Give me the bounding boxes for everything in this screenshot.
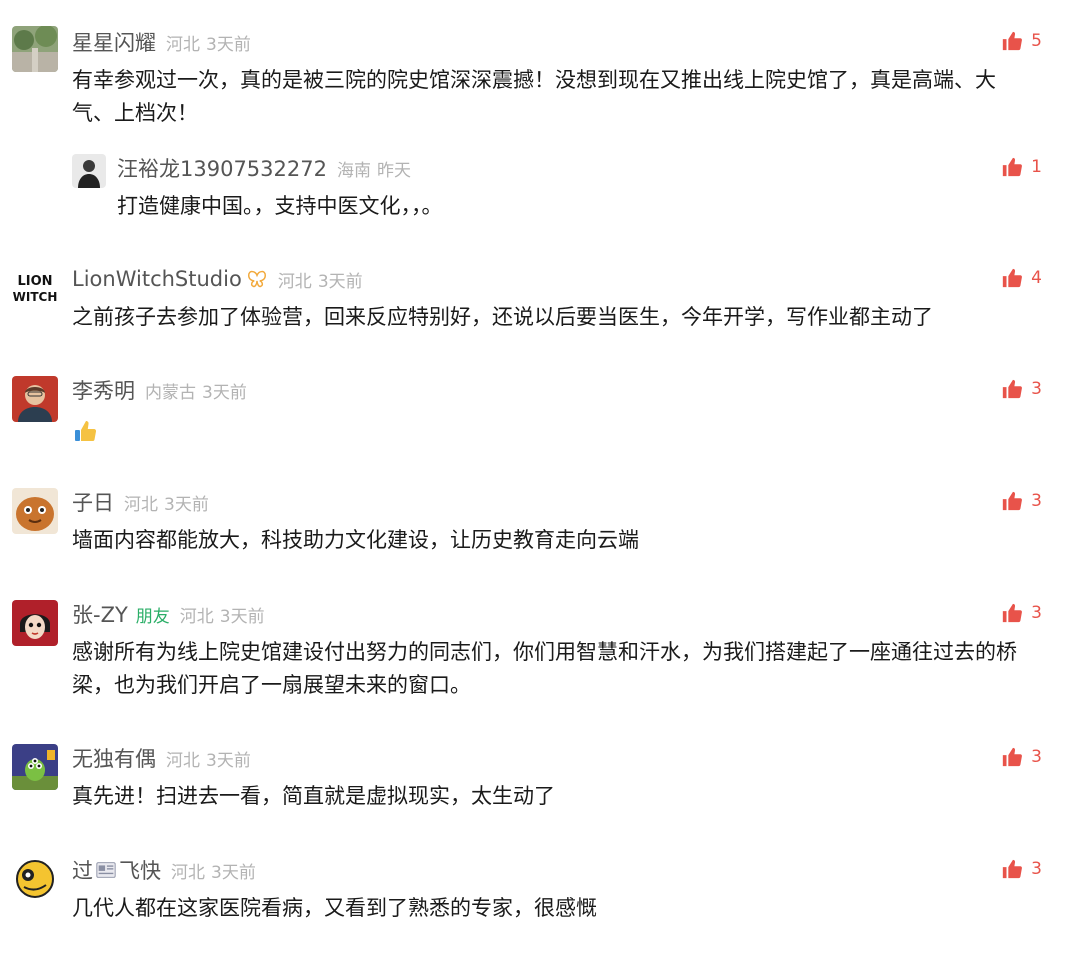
author-name[interactable]: 星星闪耀 bbox=[72, 27, 156, 57]
comment-text: 几代人都在这家医院看病，又看到了熟悉的专家，很感慨 bbox=[72, 896, 597, 920]
thumbs-up-icon bbox=[1003, 859, 1023, 879]
thumbs-up-icon bbox=[1003, 157, 1023, 177]
friend-badge: 朋友 bbox=[135, 606, 170, 627]
like-button[interactable]: 4 bbox=[1001, 267, 1042, 289]
timestamp: 3天前 bbox=[206, 750, 251, 771]
svg-text:WITCH: WITCH bbox=[13, 290, 58, 304]
author-name[interactable]: LionWitchStudio bbox=[72, 267, 242, 291]
comment-text: 真先进！扫进去一看，简直就是虚拟现实，太生动了 bbox=[72, 784, 555, 808]
timestamp: 3天前 bbox=[219, 606, 265, 627]
timestamp: 3天前 bbox=[202, 382, 247, 403]
author-name[interactable]: 汪裕龙13907532272 bbox=[117, 153, 327, 183]
thumbs-up-icon bbox=[1003, 603, 1023, 623]
comment-text: 打造健康中国。，支持中医文化，，。 bbox=[117, 194, 443, 218]
avatar[interactable] bbox=[12, 744, 58, 790]
like-count: 5 bbox=[1031, 31, 1042, 51]
like-count: 3 bbox=[1031, 603, 1042, 623]
like-count: 3 bbox=[1031, 491, 1042, 511]
avatar[interactable] bbox=[72, 154, 106, 188]
comment-text: 之前孩子去参加了体验营，回来反应特别好，还说以后要当医生，今年开学，写作业都主动… bbox=[72, 305, 933, 329]
thumbs-up-icon bbox=[1003, 379, 1023, 399]
comment-text bbox=[72, 414, 1032, 447]
like-count: 3 bbox=[1031, 859, 1042, 879]
like-count: 3 bbox=[1031, 379, 1042, 399]
avatar[interactable]: LION WITCH bbox=[12, 265, 58, 311]
author-name[interactable]: 张-ZY bbox=[72, 599, 128, 629]
thumbs-up-icon bbox=[1003, 491, 1023, 511]
location: 河北 bbox=[166, 750, 200, 771]
author-name[interactable]: 子日 bbox=[72, 487, 114, 517]
thumbs-up-icon bbox=[1003, 268, 1023, 288]
timestamp: 3天前 bbox=[206, 34, 251, 55]
comment-header: 李秀明 内蒙古 3天前 bbox=[72, 374, 247, 406]
like-button[interactable]: 3 bbox=[1001, 858, 1042, 880]
timestamp: 3天前 bbox=[317, 271, 363, 292]
like-count: 4 bbox=[1031, 268, 1042, 288]
comment-header: 张-ZY 朋友 河北 3天前 bbox=[72, 598, 265, 630]
like-button[interactable]: 3 bbox=[1001, 602, 1042, 624]
comment-header: 无独有偶 河北 3天前 bbox=[72, 742, 251, 774]
svg-text:LION: LION bbox=[17, 274, 52, 289]
timestamp: 昨天 bbox=[376, 160, 411, 181]
butterfly-badge-icon bbox=[247, 270, 266, 288]
location: 河北 bbox=[277, 271, 312, 292]
thumbs-up-icon bbox=[1003, 747, 1023, 767]
location: 河北 bbox=[124, 494, 158, 515]
like-count: 1 bbox=[1031, 157, 1042, 177]
comment-text: 有幸参观过一次，真的是被三院的院史馆深深震撼！没想到现在又推出线上院史馆了，真是… bbox=[72, 68, 996, 125]
avatar[interactable] bbox=[12, 376, 58, 422]
avatar[interactable] bbox=[12, 600, 58, 646]
author-name-part[interactable]: 过 bbox=[72, 855, 93, 885]
author-name-part[interactable]: 飞快 bbox=[119, 855, 161, 885]
comment-text: 感谢所有为线上院史馆建设付出努力的同志们，你们用智慧和汗水，为我们搭建起了一座通… bbox=[72, 640, 1017, 697]
comment-header: LionWitchStudio 河北 3天前 bbox=[72, 263, 363, 295]
thumbs-up-emoji-icon bbox=[75, 421, 97, 441]
comment-header: 过 飞快 河北 3天前 bbox=[72, 854, 256, 886]
like-button[interactable]: 5 bbox=[1001, 30, 1042, 52]
newspaper-emoji-icon bbox=[96, 862, 116, 878]
location: 河北 bbox=[179, 606, 214, 627]
location: 河北 bbox=[166, 34, 200, 55]
avatar[interactable] bbox=[12, 856, 58, 902]
comment-header: 子日 河北 3天前 bbox=[72, 486, 209, 518]
location: 内蒙古 bbox=[145, 382, 196, 403]
author-name[interactable]: 李秀明 bbox=[72, 375, 135, 405]
location: 海南 bbox=[336, 160, 371, 181]
timestamp: 3天前 bbox=[211, 862, 256, 883]
like-button[interactable]: 1 bbox=[1001, 156, 1042, 178]
comment-header: 汪裕龙13907532272 海南 昨天 bbox=[117, 152, 411, 184]
avatar[interactable] bbox=[12, 26, 58, 72]
like-button[interactable]: 3 bbox=[1001, 378, 1042, 400]
comment-text: 墙面内容都能放大，科技助力文化建设，让历史教育走向云端 bbox=[72, 528, 639, 552]
avatar[interactable] bbox=[12, 488, 58, 534]
like-count: 3 bbox=[1031, 747, 1042, 767]
thumbs-up-icon bbox=[1003, 31, 1023, 51]
location: 河北 bbox=[171, 862, 205, 883]
timestamp: 3天前 bbox=[164, 494, 209, 515]
like-button[interactable]: 3 bbox=[1001, 746, 1042, 768]
comment-header: 星星闪耀 河北 3天前 bbox=[72, 26, 251, 58]
like-button[interactable]: 3 bbox=[1001, 490, 1042, 512]
author-name[interactable]: 无独有偶 bbox=[72, 743, 156, 773]
